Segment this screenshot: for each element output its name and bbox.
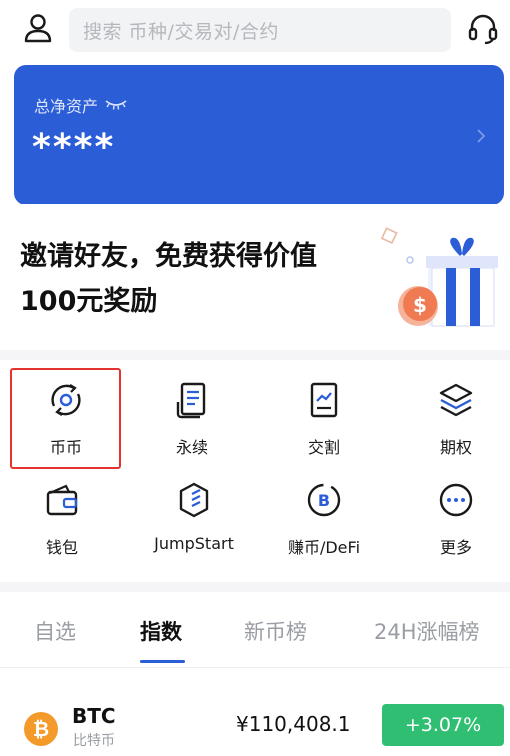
top-bar: 搜索 币种/交易对/合约 [0, 0, 510, 60]
asset-card[interactable]: 总净资产 **** [14, 65, 504, 205]
coin-glyph: ₿ [33, 717, 49, 741]
grid-label: 更多 [439, 538, 472, 557]
grid-item-futures[interactable]: 交割 [264, 360, 384, 460]
jumpstart-icon [179, 482, 209, 518]
user-icon[interactable] [22, 12, 54, 44]
market-tabs: 自选 指数 新币榜 24H涨幅榜 [0, 592, 510, 668]
grid-item-options[interactable]: 期权 [396, 360, 510, 460]
bitcoin-coin-icon: B [307, 483, 341, 517]
chevron-right-icon [477, 129, 486, 143]
coin-price: ¥110,408.1 [236, 712, 351, 736]
selection-highlight [10, 368, 121, 469]
coin-symbol: $ [413, 293, 427, 317]
grid-label: 期权 [439, 438, 472, 457]
chart-doc-icon [310, 382, 338, 418]
coin-name: 比特币 [73, 733, 115, 749]
gift-icon: $ [380, 227, 498, 327]
tab-watchlist[interactable]: 自选 [34, 616, 76, 646]
divider [0, 582, 510, 592]
grid-label: 赚币/DeFi [287, 538, 361, 557]
eye-closed-icon[interactable] [104, 98, 128, 112]
tab-index[interactable]: 指数 [140, 616, 182, 646]
grid-item-jumpstart[interactable]: JumpStart [134, 460, 254, 560]
invite-text: 邀请好友，免费获得价值100元奖励 [20, 241, 317, 317]
grid-label: 钱包 [45, 538, 78, 557]
contract-doc-icon [176, 382, 206, 419]
wallet-icon [46, 484, 78, 516]
svg-text:B: B [318, 491, 330, 510]
tab-new-coins[interactable]: 新币榜 [244, 616, 307, 646]
grid-label: 永续 [175, 438, 208, 457]
divider [0, 204, 510, 206]
asset-label: 总净资产 [34, 97, 99, 116]
change-badge[interactable]: +3.07% [382, 704, 504, 746]
coin-symbol: BTC [72, 704, 116, 728]
grid-item-earn-defi[interactable]: B 赚币/DeFi [264, 460, 384, 560]
change-value: +3.07% [404, 714, 482, 736]
active-tab-indicator [140, 660, 185, 663]
market-row[interactable]: ₿ BTC 比特币 ¥110,408.1 +3.07% [0, 690, 510, 756]
grid-item-wallet[interactable]: 钱包 [2, 460, 122, 560]
grid-item-perpetual[interactable]: 永续 [132, 360, 252, 460]
asset-label-row: 总净资产 [34, 93, 128, 117]
grid-label: 交割 [307, 438, 340, 457]
layers-icon [439, 383, 473, 417]
asset-value: **** [32, 127, 116, 168]
grid-item-more[interactable]: 更多 [396, 460, 510, 560]
bitcoin-icon: ₿ [24, 712, 58, 746]
search-input[interactable]: 搜索 币种/交易对/合约 [69, 8, 451, 52]
grid-label: JumpStart [154, 534, 234, 553]
tab-24h-gainers[interactable]: 24H涨幅榜 [374, 616, 480, 646]
headset-icon[interactable] [466, 12, 500, 46]
invite-banner[interactable]: 邀请好友，免费获得价值100元奖励 $ [0, 212, 510, 350]
more-dots-icon [439, 483, 473, 517]
search-placeholder: 搜索 币种/交易对/合约 [83, 20, 279, 43]
divider [0, 350, 510, 360]
